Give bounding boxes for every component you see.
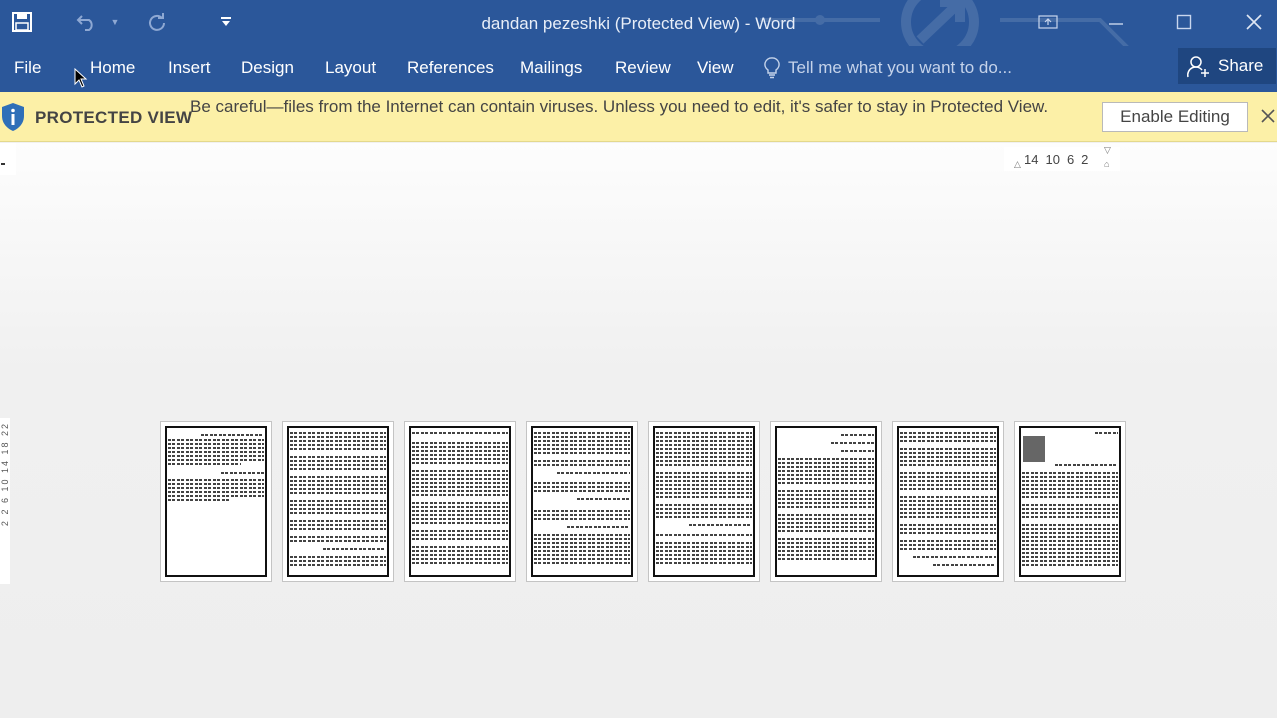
- share-label: Share: [1218, 56, 1264, 75]
- tab-home[interactable]: Home: [90, 56, 135, 80]
- ribbon-display-options-icon[interactable]: [1028, 8, 1068, 36]
- title-bar: ▼ dandan pezeshki (Protected View) - Wor…: [0, 0, 1277, 46]
- protected-view-message: Be careful—files from the Internet can c…: [190, 97, 1049, 116]
- close-bar-icon[interactable]: [1260, 108, 1276, 124]
- vertical-ruler-numbers: 2 2 6 10 14 18 22: [0, 422, 10, 527]
- tab-mailings[interactable]: Mailings: [520, 56, 582, 80]
- maximize-icon[interactable]: [1164, 8, 1204, 36]
- tell-me-search[interactable]: Tell me what you want to do...: [764, 56, 1012, 80]
- vertical-ruler[interactable]: 2 2 6 10 14 18 22: [0, 418, 10, 584]
- tab-design[interactable]: Design: [241, 56, 294, 80]
- document-page[interactable]: [1014, 421, 1126, 582]
- close-icon[interactable]: [1234, 8, 1274, 36]
- photo-thumbnail: [1023, 436, 1045, 462]
- document-page[interactable]: [770, 421, 882, 582]
- tab-insert[interactable]: Insert: [168, 56, 211, 80]
- protected-view-bar: PROTECTED VIEW Be careful—files from the…: [0, 92, 1277, 142]
- ruler-number: 14: [1024, 152, 1039, 167]
- document-page[interactable]: [282, 421, 394, 582]
- document-workspace[interactable]: △ 14 10 6 2 ▽ ⌂ 2 2 6 10 14 18 22: [0, 143, 1277, 718]
- mouse-cursor-icon: [74, 68, 88, 88]
- tab-view[interactable]: View: [697, 56, 734, 80]
- document-title: dandan pezeshki (Protected View) - Word: [481, 14, 796, 33]
- hanging-indent-marker[interactable]: △: [1014, 159, 1021, 170]
- enable-editing-button[interactable]: Enable Editing: [1102, 102, 1248, 132]
- tab-references[interactable]: References: [407, 56, 494, 80]
- minimize-icon[interactable]: [1096, 8, 1136, 36]
- horizontal-ruler[interactable]: △ 14 10 6 2 ▽ ⌂: [1004, 145, 1120, 171]
- lightbulb-icon: [764, 57, 780, 79]
- person-icon: [1186, 56, 1209, 78]
- tell-me-placeholder: Tell me what you want to do...: [788, 58, 1012, 77]
- ruler-corner: [0, 143, 16, 175]
- first-line-indent-marker[interactable]: ▽: [1104, 145, 1111, 156]
- document-page[interactable]: [404, 421, 516, 582]
- ribbon-tabs: File Home Insert Design Layout Reference…: [0, 46, 1277, 92]
- document-page[interactable]: [526, 421, 638, 582]
- tab-file[interactable]: File: [14, 56, 41, 80]
- document-page[interactable]: [892, 421, 1004, 582]
- ruler-number: 6: [1066, 152, 1075, 167]
- share-button[interactable]: Share: [1178, 48, 1276, 84]
- tab-layout[interactable]: Layout: [325, 56, 376, 80]
- protected-view-title: PROTECTED VIEW: [35, 108, 193, 127]
- document-page[interactable]: [648, 421, 760, 582]
- document-page[interactable]: [160, 421, 272, 582]
- tab-review[interactable]: Review: [615, 56, 671, 80]
- ruler-number: 10: [1045, 152, 1060, 167]
- shield-icon: [2, 103, 24, 131]
- right-indent-marker[interactable]: ⌂: [1104, 159, 1109, 169]
- ruler-number: 2: [1081, 152, 1089, 167]
- page-thumbnails: [160, 421, 1126, 583]
